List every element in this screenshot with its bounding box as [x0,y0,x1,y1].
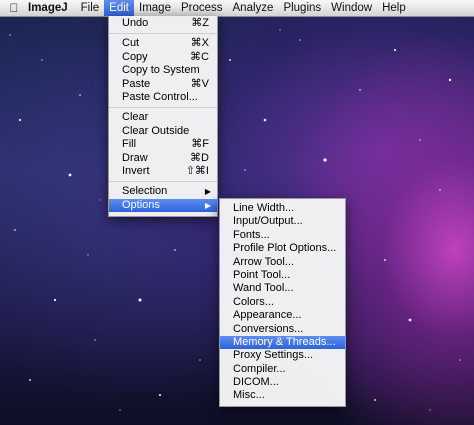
menu-item-label: Invert [122,164,150,177]
menu-separator [109,33,217,35]
menu-imagej[interactable]: ImageJ [28,0,76,16]
menu-item-misc[interactable]: Misc... [220,389,345,402]
menu-item-label: Fill [122,138,137,151]
edit-menu-dropdown: Undo ⌘Z Cut ⌘X Copy ⌘C Copy to System Pa… [108,16,218,218]
menu-item-label: Paste Control... [122,90,198,103]
menu-item-colors[interactable]: Colors... [220,296,345,309]
menu-plugins[interactable]: Plugins [278,0,326,16]
menu-item-label: Clear [122,111,149,124]
shortcut-label: ⌘C [190,50,209,63]
menu-separator [109,107,217,109]
options-submenu: Line Width... Input/Output... Fonts... P… [219,198,346,407]
menu-item-clear-outside[interactable]: Clear Outside [109,125,217,138]
menu-help[interactable]: Help [377,0,411,16]
menu-analyze[interactable]: Analyze [228,0,279,16]
menu-item-selection[interactable]: Selection ▶ [109,185,217,198]
menu-item-appearance[interactable]: Appearance... [220,309,345,322]
menu-item-undo[interactable]: Undo ⌘Z [109,17,217,30]
menu-item-label: Copy to System [122,64,200,77]
menu-item-label: Paste [122,77,151,90]
menu-bar:  ImageJ File Edit Image Process Analyze… [0,0,474,17]
menu-item-label: Cut [122,37,140,50]
menu-item-label: Selection [122,185,168,198]
menu-item-label: Undo [122,17,149,29]
menu-edit[interactable]: Edit [104,0,134,16]
menu-item-label: Options [122,198,160,211]
submenu-arrow-icon: ▶ [204,187,211,197]
shortcut-label: ⌘F [191,138,209,151]
menu-item-paste-control[interactable]: Paste Control... [109,91,217,104]
menu-separator [109,181,217,183]
menu-item-dicom[interactable]: DICOM... [220,376,345,389]
menu-window[interactable]: Window [326,0,377,16]
menu-item-wand-tool[interactable]: Wand Tool... [220,282,345,295]
shortcut-label: ⌘X [190,37,209,50]
shortcut-label: ⌘V [190,77,209,90]
menu-item-copy-to-system[interactable]: Copy to System [109,64,217,77]
shortcut-label: ⌘Z [191,17,209,29]
menu-item-draw[interactable]: Draw ⌘D [109,152,217,165]
menu-process[interactable]: Process [176,0,228,16]
menu-item-input-output[interactable]: Input/Output... [220,215,345,228]
shortcut-label: ⇧⌘I [185,164,209,177]
menu-item-profile-plot-options[interactable]: Profile Plot Options... [220,242,345,255]
menu-item-clear[interactable]: Clear [109,111,217,124]
menu-image[interactable]: Image [134,0,176,16]
menu-item-fonts[interactable]: Fonts... [220,229,345,242]
menu-item-options[interactable]: Options ▶ [109,198,217,213]
menu-item-label: Copy [122,50,148,63]
menu-item-arrow-tool[interactable]: Arrow Tool... [220,256,345,269]
menu-item-proxy-settings[interactable]: Proxy Settings... [220,349,345,362]
menu-item-label: Clear Outside [122,124,190,137]
menu-item-label: Draw [122,151,148,164]
menu-item-copy[interactable]: Copy ⌘C [109,51,217,64]
shortcut-label: ⌘D [190,151,209,164]
menu-item-invert[interactable]: Invert ⇧⌘I [109,165,217,178]
apple-logo-icon[interactable]:  [0,0,28,16]
menu-item-point-tool[interactable]: Point Tool... [220,269,345,282]
menu-item-paste[interactable]: Paste ⌘V [109,78,217,91]
menu-file[interactable]: File [76,0,105,16]
menu-item-memory-threads[interactable]: Memory & Threads... [220,335,345,350]
submenu-arrow-icon: ▶ [204,200,211,210]
menu-item-line-width[interactable]: Line Width... [220,202,345,215]
menu-item-conversions[interactable]: Conversions... [220,323,345,336]
menu-item-compiler[interactable]: Compiler... [220,363,345,376]
menu-item-cut[interactable]: Cut ⌘X [109,37,217,50]
menu-item-fill[interactable]: Fill ⌘F [109,138,217,151]
